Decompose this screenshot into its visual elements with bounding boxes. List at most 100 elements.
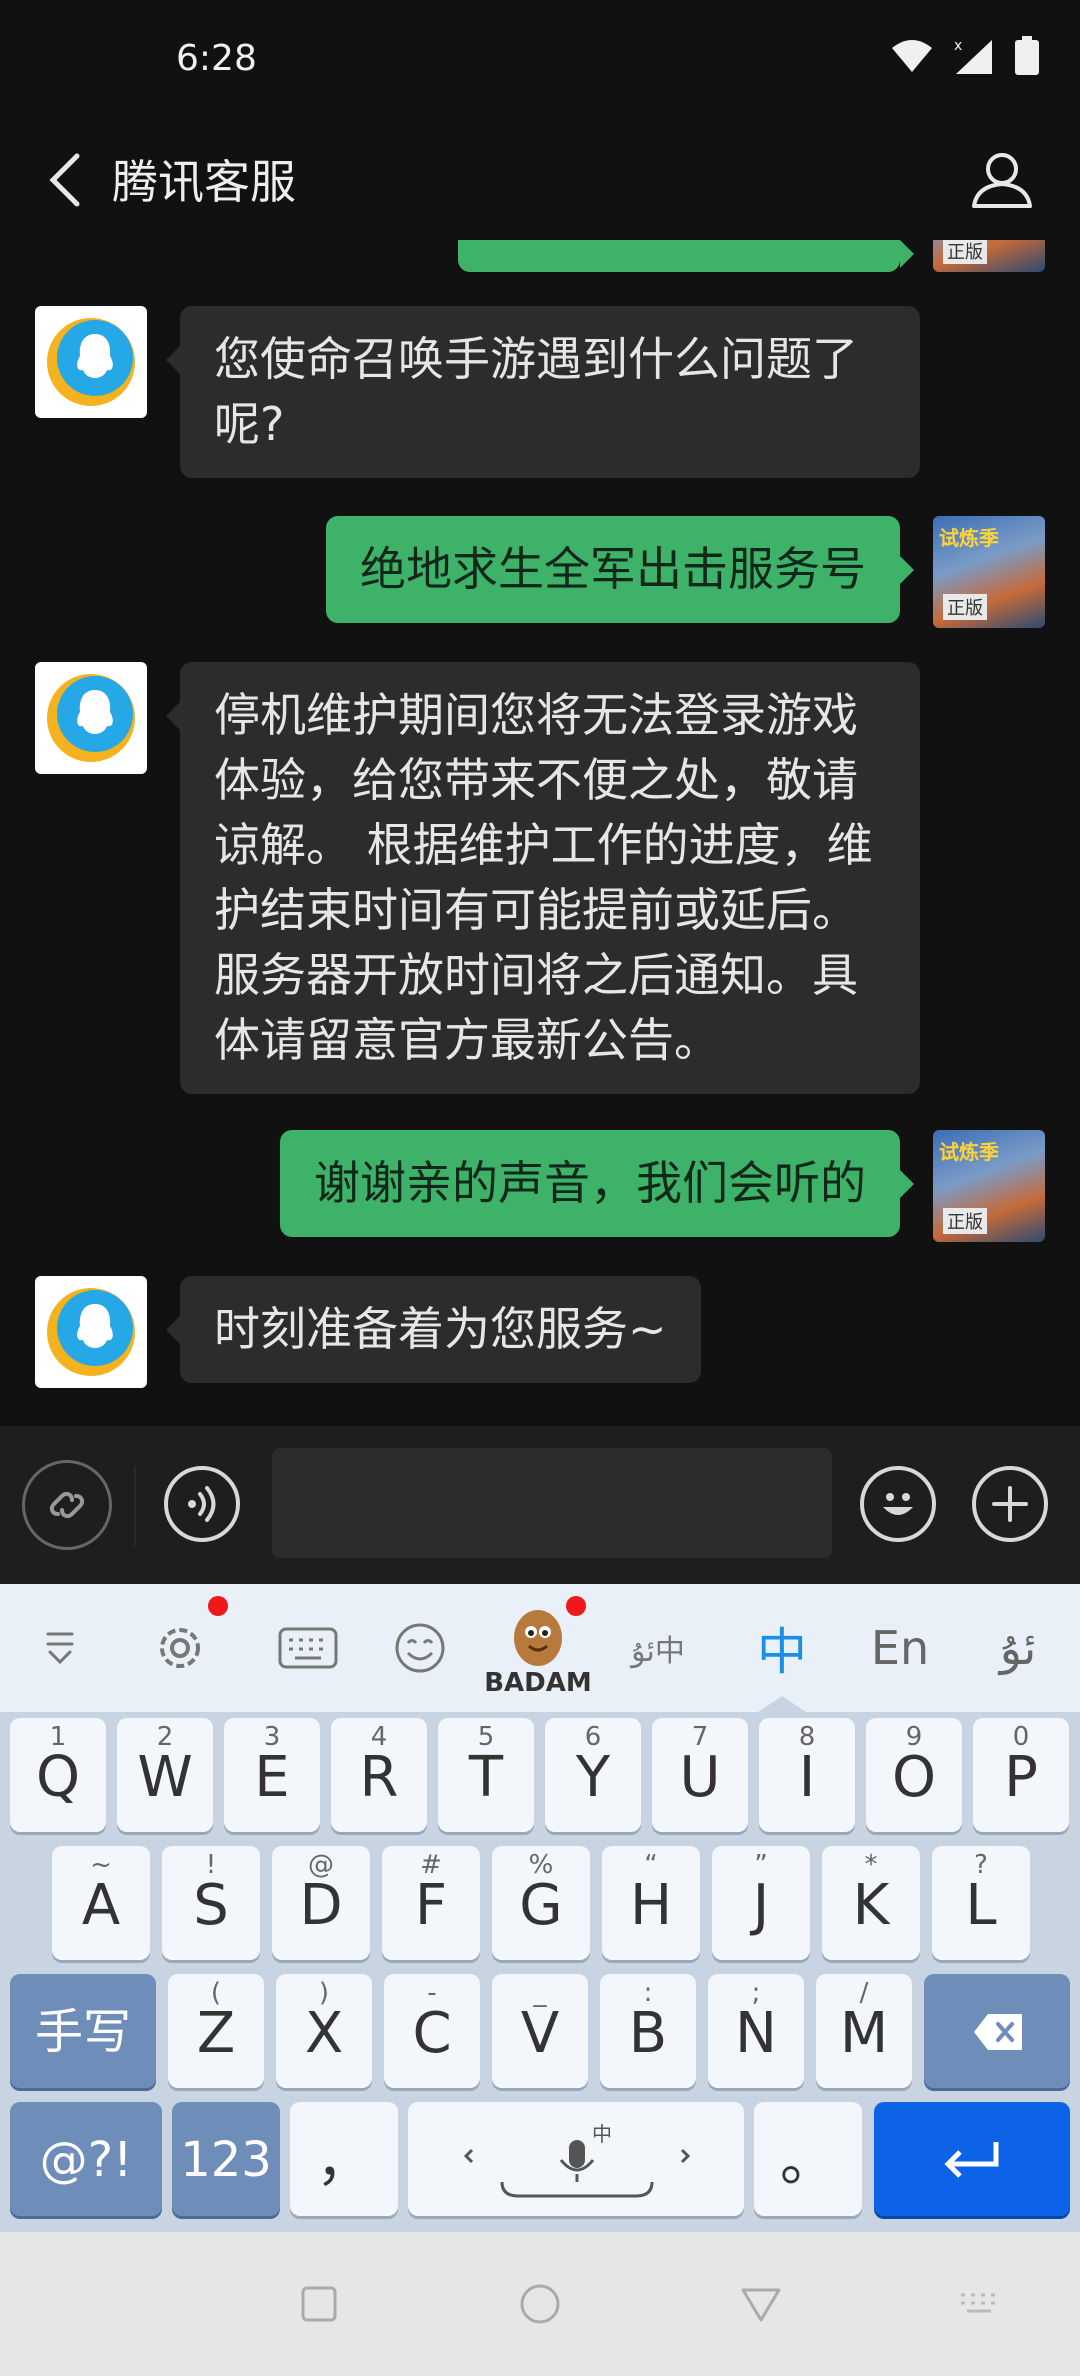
key-n[interactable]: ; N — [708, 1974, 804, 2088]
user-avatar[interactable]: 试炼季 正版 — [933, 516, 1045, 628]
circle-icon — [520, 2284, 560, 2324]
comma-key[interactable]: ， — [290, 2102, 398, 2216]
recents-button[interactable] — [284, 2272, 354, 2336]
status-time: 6:28 — [176, 38, 257, 79]
emoji-button[interactable] — [860, 1466, 936, 1542]
key-z[interactable]: (Z — [168, 1974, 264, 2088]
message-bubble[interactable]: 谢谢亲的声音，我们会听的 — [280, 1130, 914, 1237]
key-p[interactable]: 0P — [973, 1718, 1069, 1832]
chinese-input-button[interactable]: 中 — [740, 1604, 824, 1692]
avatar-badge: 正版 — [943, 240, 987, 264]
message-bubble[interactable]: 您使命召唤手游遇到什么问题了呢? — [166, 306, 920, 478]
space-key[interactable]: 中 — [408, 2102, 744, 2216]
svg-text:x: x — [954, 38, 962, 54]
avatar-banner: 试炼季 — [939, 526, 999, 550]
symbols-key[interactable]: @?! — [10, 2102, 162, 2216]
home-button[interactable] — [505, 2272, 575, 2336]
enter-icon — [944, 2142, 999, 2178]
keyboard-hide-button[interactable] — [944, 2272, 1014, 2336]
message-bubble-partial — [458, 240, 914, 272]
battery-icon — [1015, 36, 1039, 75]
key-q[interactable]: 1Q — [10, 1718, 106, 1832]
message-bubble[interactable]: 绝地求生全军出击服务号 — [326, 516, 914, 623]
key-r[interactable]: 4R — [331, 1718, 427, 1832]
voice-icon — [188, 1486, 216, 1522]
keyboard-switch-button[interactable] — [262, 1604, 354, 1692]
key-y[interactable]: 6Y — [545, 1718, 641, 1832]
key-l[interactable]: ? L — [932, 1846, 1030, 1960]
key-s[interactable]: ! S — [162, 1846, 260, 1960]
space-hint: 中 — [592, 2122, 612, 2146]
message-input[interactable] — [272, 1448, 832, 1558]
profile-button[interactable] — [964, 142, 1040, 218]
bot-avatar[interactable] — [35, 1276, 147, 1388]
key-a[interactable]: ~ A — [52, 1846, 150, 1960]
back-nav-button[interactable] — [726, 2272, 796, 2336]
period-key[interactable]: 。 — [754, 2102, 862, 2216]
message-list[interactable]: 正版 您使命召唤手游遇到什么问题了呢? 绝地求生全军出击服务号 试炼季 正版 停… — [0, 240, 1080, 1426]
key-u[interactable]: 7U — [652, 1718, 748, 1832]
back-button[interactable] — [30, 142, 100, 218]
active-indicator — [758, 1696, 806, 1712]
user-avatar[interactable]: 正版 — [933, 240, 1045, 272]
badam-logo-text: BADAM — [484, 1668, 592, 1698]
status-icons: x — [890, 36, 1040, 76]
square-icon — [301, 2286, 337, 2322]
uyghur-input-button[interactable]: ئۇ — [976, 1604, 1060, 1692]
key-g[interactable]: % G — [492, 1846, 590, 1960]
key-t[interactable]: 5T — [438, 1718, 534, 1832]
bot-avatar[interactable] — [35, 306, 147, 418]
qq-support-logo-icon — [47, 674, 135, 762]
key-x[interactable]: ) X — [276, 1974, 372, 2088]
english-input-button[interactable]: En — [858, 1604, 942, 1692]
backspace-icon — [974, 2014, 1022, 2050]
key-h[interactable]: “H — [602, 1846, 700, 1960]
more-button[interactable] — [972, 1466, 1048, 1542]
uyghur-chinese-switch-button[interactable]: ئۇ中 — [616, 1604, 700, 1692]
key-d[interactable]: @ D — [272, 1846, 370, 1960]
signal-icon: x — [954, 38, 992, 74]
key-o[interactable]: 9O — [866, 1718, 962, 1832]
avatar-badge: 正版 — [943, 1208, 987, 1234]
notification-dot — [566, 1596, 586, 1616]
collapse-keyboard-button[interactable] — [24, 1604, 96, 1692]
enter-key[interactable] — [874, 2102, 1070, 2216]
mini-program-button[interactable] — [22, 1460, 112, 1550]
key-k[interactable]: * K — [822, 1846, 920, 1960]
key-w[interactable]: 2W — [117, 1718, 213, 1832]
key-f[interactable]: # F — [382, 1846, 480, 1960]
key-e[interactable]: 3E — [224, 1718, 320, 1832]
bot-avatar[interactable] — [35, 662, 147, 774]
plus-icon — [992, 1486, 1028, 1522]
keyboard: 1Q 2W 3E 4R 5T 6Y 7U 8I 9O 0P ~ A ! S @ D #… — [0, 1712, 1080, 2232]
avatar-badge: 正版 — [943, 594, 987, 620]
user-avatar[interactable]: 试炼季 正版 — [933, 1130, 1045, 1242]
key-j[interactable]: ” J — [712, 1846, 810, 1960]
voice-button[interactable] — [164, 1466, 240, 1542]
chevron-left-icon — [49, 153, 80, 207]
wifi-icon — [892, 40, 932, 72]
emoji-panel-button[interactable] — [380, 1604, 460, 1692]
chat-input-bar — [0, 1426, 1080, 1584]
message-bubble[interactable]: 时刻准备着为您服务~ — [166, 1276, 701, 1383]
key-v[interactable]: _ V — [492, 1974, 588, 2088]
smiley-icon — [883, 1493, 913, 1515]
link-icon — [49, 1491, 85, 1519]
settings-button[interactable] — [138, 1604, 222, 1692]
key-b[interactable]: :B — [600, 1974, 696, 2088]
handwriting-key[interactable]: 手写 — [10, 1974, 156, 2088]
message-bubble[interactable]: 停机维护期间您将无法登录游戏体验，给您带来不便之处，敬请谅解。 根据维护工作的进… — [166, 662, 920, 1094]
numbers-key[interactable]: 123 — [172, 2102, 280, 2216]
collapse-icon — [46, 1632, 74, 1665]
keyboard-small-icon — [961, 2293, 995, 2313]
keyboard-icon — [278, 1627, 338, 1669]
backspace-key[interactable] — [924, 1974, 1070, 2088]
key-c[interactable]: -C — [384, 1974, 480, 2088]
chat-title: 腾讯客服 — [112, 155, 296, 209]
qq-support-logo-icon — [47, 1288, 135, 1376]
person-icon — [972, 153, 1032, 208]
avatar-banner: 试炼季 — [939, 1140, 999, 1164]
key-m[interactable]: / M — [816, 1974, 912, 2088]
key-i[interactable]: 8I — [759, 1718, 855, 1832]
status-bar: 6:28 x — [0, 0, 1080, 120]
